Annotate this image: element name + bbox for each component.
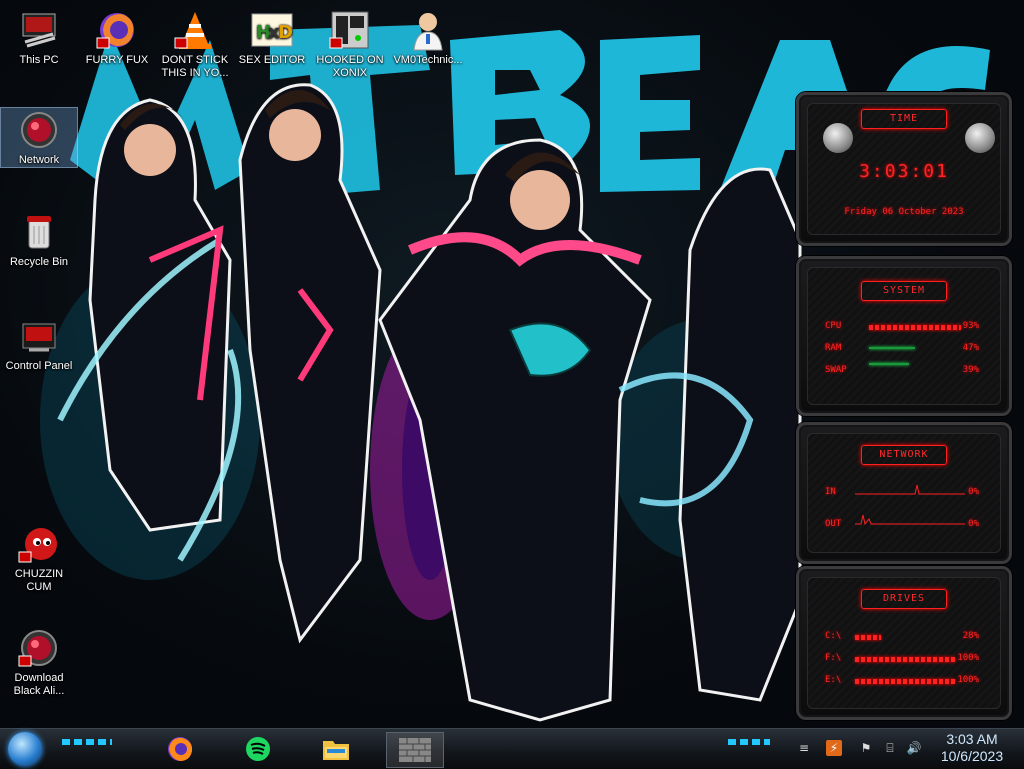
desktop-icon-dont-stick[interactable]: DONT STICK THIS IN YO... bbox=[157, 8, 233, 80]
svg-text:D: D bbox=[278, 22, 293, 43]
desktop-icon-download-black-ali[interactable]: Download Black Ali... bbox=[1, 626, 77, 698]
chuzzle-icon bbox=[17, 522, 61, 566]
desktop-icon-label: This PC bbox=[19, 54, 59, 66]
clock-date: 10/6/2023 bbox=[940, 748, 1004, 764]
this-pc-icon bbox=[17, 8, 61, 52]
drive-e-bar bbox=[855, 679, 955, 684]
drive-c-value: 28% bbox=[962, 631, 979, 641]
desktop-icon-label: Recycle Bin bbox=[9, 256, 69, 268]
control-panel-icon bbox=[17, 314, 61, 358]
drive-c-bar bbox=[855, 635, 881, 640]
desktop-icon-vm0technic[interactable]: VM0Technic... bbox=[390, 8, 466, 67]
desktop-icon-label: Network bbox=[18, 154, 60, 166]
desktop-icon-recycle-bin[interactable]: Recycle Bin bbox=[1, 210, 77, 269]
tray-app-icon[interactable]: ⚡ bbox=[826, 740, 842, 756]
network-icon bbox=[17, 108, 61, 152]
volume-icon[interactable]: 🔊 bbox=[906, 740, 922, 756]
desktop-icon-chuzzin-cum[interactable]: CHUZZIN CUM bbox=[1, 522, 77, 594]
cpu-value: 93% bbox=[962, 321, 979, 331]
firefox-icon bbox=[168, 737, 193, 761]
taskbar: ≡ ⚡ ⚑ ⌸ 🔊 3:03 AM 10/6/2023 bbox=[0, 728, 1024, 769]
network-in-label: IN bbox=[825, 487, 836, 497]
spotify-icon bbox=[246, 737, 270, 761]
desktop-icon-this-pc[interactable]: This PC bbox=[1, 8, 77, 67]
time-widget-date: Friday 06 October 2023 bbox=[844, 207, 964, 217]
time-widget: TIME 3:03:01 Friday 06 October 2023 bbox=[796, 92, 1012, 246]
drives-widget: DRIVES C:\ 28% F:\ 100% E:\ 100% bbox=[796, 566, 1012, 720]
cpu-bar bbox=[869, 325, 961, 330]
file-explorer-icon bbox=[323, 741, 349, 760]
desktop-icon-label: FURRY FUX bbox=[85, 54, 149, 66]
recycle-bin-icon bbox=[17, 210, 61, 254]
network-in-value: 0% bbox=[968, 487, 979, 497]
taskbar-firefox[interactable] bbox=[158, 732, 202, 766]
taskbar-decor-left bbox=[62, 739, 112, 745]
time-widget-clock: 3:03:01 bbox=[859, 161, 949, 182]
network-in-graph bbox=[855, 484, 965, 495]
taskbar-clock[interactable]: 3:03 AM 10/6/2023 bbox=[924, 731, 1020, 765]
desktop-icon-label: DONT STICK THIS IN YO... bbox=[161, 54, 229, 79]
desktop-icon-network[interactable]: Network bbox=[0, 107, 78, 168]
wall-app-icon bbox=[399, 738, 431, 762]
swap-label: SWAP bbox=[825, 365, 847, 375]
taskbar-wall-app[interactable] bbox=[386, 732, 444, 768]
desktop-icon-sex-editor[interactable]: HxD SEX EDITOR bbox=[234, 8, 310, 67]
desktop-icon-label: VM0Technic... bbox=[393, 54, 463, 66]
network-widget: NETWORK IN 0% OUT 0% bbox=[796, 422, 1012, 564]
cpu-label: CPU bbox=[825, 321, 842, 331]
technician-icon bbox=[406, 8, 450, 52]
start-button[interactable] bbox=[8, 732, 42, 766]
firefox-icon bbox=[95, 8, 139, 52]
taskbar-spotify[interactable] bbox=[236, 732, 280, 766]
xonix-game-icon bbox=[328, 8, 372, 52]
hxd-icon: HxD bbox=[250, 8, 294, 52]
swap-value: 39% bbox=[962, 365, 979, 375]
ram-value: 47% bbox=[962, 343, 979, 353]
drive-c-label: C:\ bbox=[825, 631, 842, 641]
desktop-icon-furry-fux[interactable]: FURRY FUX bbox=[79, 8, 155, 67]
system-widget-title: SYSTEM bbox=[861, 281, 947, 301]
drive-e-value: 100% bbox=[957, 675, 979, 685]
time-widget-title: TIME bbox=[861, 109, 947, 129]
taskbar-decor-right bbox=[728, 739, 770, 745]
ram-bar bbox=[869, 347, 915, 349]
desktop-icon-label: Download Black Ali... bbox=[13, 672, 65, 697]
swap-bar bbox=[869, 363, 909, 365]
black-alien-icon bbox=[17, 626, 61, 670]
desktop-icon-label: SEX EDITOR bbox=[238, 54, 306, 66]
tray-overflow-icon[interactable]: ≡ bbox=[796, 740, 812, 756]
drive-f-value: 100% bbox=[957, 653, 979, 663]
desktop-icon-hooked-on-xonix[interactable]: HOOKED ON XONIX bbox=[312, 8, 388, 80]
desktop-icon-label: Control Panel bbox=[5, 360, 73, 372]
drives-widget-title: DRIVES bbox=[861, 589, 947, 609]
flag-icon[interactable]: ⚑ bbox=[858, 740, 874, 756]
alien-head-icon bbox=[823, 123, 853, 153]
desktop-icon-label: CHUZZIN CUM bbox=[14, 568, 64, 593]
taskbar-file-explorer[interactable] bbox=[314, 732, 358, 766]
network-tray-icon[interactable]: ⌸ bbox=[882, 740, 898, 756]
vlc-cone-icon bbox=[173, 8, 217, 52]
network-out-graph bbox=[855, 514, 965, 526]
clock-time: 3:03 AM bbox=[946, 731, 998, 747]
system-widget: SYSTEM CPU 93% RAM 47% SWAP 39% bbox=[796, 256, 1012, 416]
desktop-icon-label: HOOKED ON XONIX bbox=[316, 54, 384, 79]
drive-f-label: F:\ bbox=[825, 653, 842, 663]
network-widget-title: NETWORK bbox=[861, 445, 947, 465]
desktop-icon-control-panel[interactable]: Control Panel bbox=[1, 314, 77, 373]
ram-label: RAM bbox=[825, 343, 842, 353]
network-out-label: OUT bbox=[825, 519, 842, 529]
drive-e-label: E:\ bbox=[825, 675, 842, 685]
alien-head-icon bbox=[965, 123, 995, 153]
drive-f-bar bbox=[855, 657, 955, 662]
network-out-value: 0% bbox=[968, 519, 979, 529]
